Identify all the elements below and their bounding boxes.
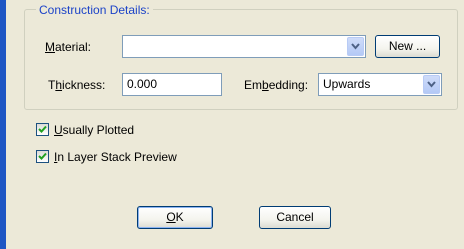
embedding-dropdown-arrow-icon[interactable] — [423, 75, 440, 94]
material-dropdown-arrow-icon[interactable] — [347, 37, 364, 56]
construction-details-title: Construction Details: — [36, 3, 153, 17]
embedding-combobox[interactable]: Upwards — [318, 73, 442, 96]
usually-plotted-label[interactable]: Usually Plotted — [54, 123, 134, 137]
ok-button[interactable]: OK — [137, 206, 213, 229]
cancel-button[interactable]: Cancel — [259, 206, 331, 229]
material-combobox[interactable] — [122, 35, 366, 58]
checkmark-icon — [38, 152, 47, 160]
thickness-label: Thickness: — [48, 78, 106, 92]
layer-stack-preview-label[interactable]: In Layer Stack Preview — [54, 150, 177, 164]
thickness-input[interactable]: 0.000 — [122, 73, 222, 96]
embedding-label: Embedding: — [244, 78, 309, 92]
new-material-button[interactable]: New ... — [375, 35, 440, 58]
embedding-value: Upwards — [323, 77, 371, 91]
usually-plotted-checkbox[interactable] — [36, 123, 49, 136]
layer-stack-preview-checkbox[interactable] — [36, 150, 49, 163]
checkmark-icon — [38, 125, 47, 133]
window-border-left — [0, 0, 6, 249]
material-label: Material: — [45, 40, 92, 54]
layer-properties-dialog: Construction Details: Material: New ... … — [0, 0, 464, 249]
thickness-value: 0.000 — [127, 77, 158, 91]
